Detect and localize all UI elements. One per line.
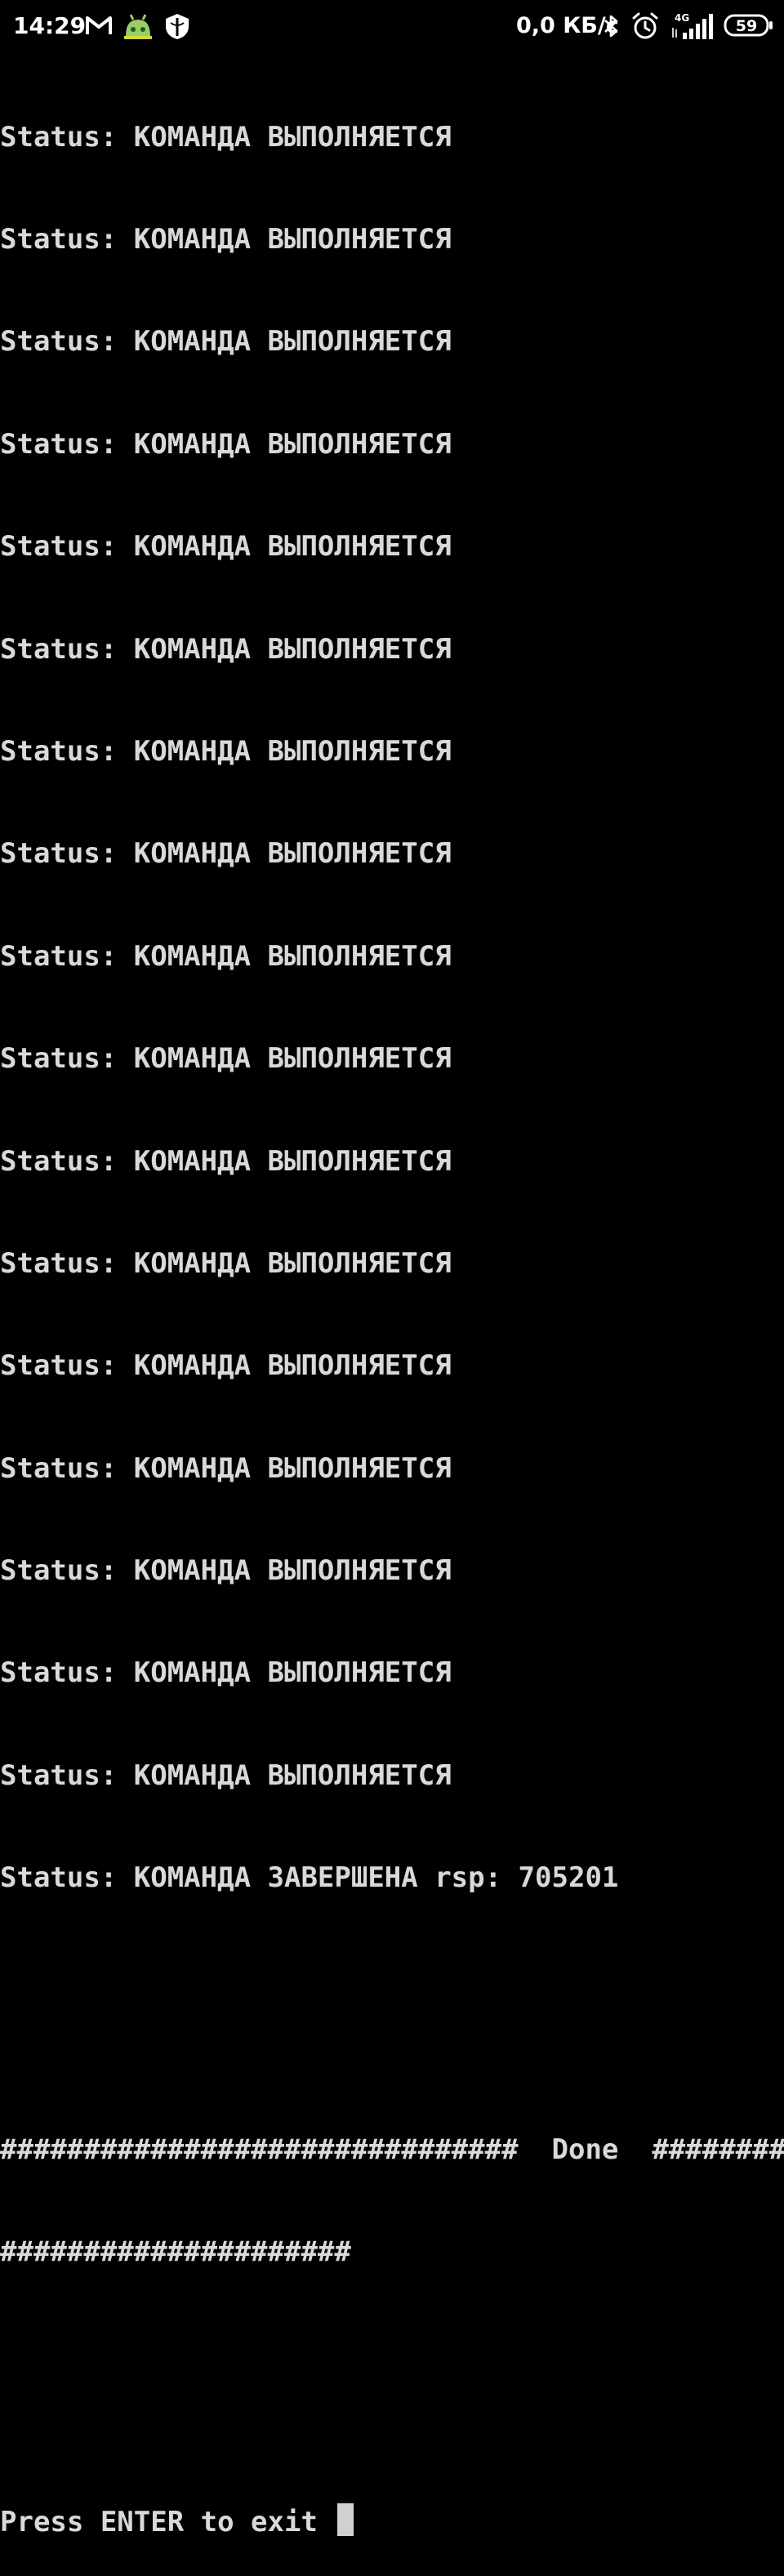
signal-icon: 4G [670, 11, 714, 44]
status-bar: 14:29 0,0 КБ/с 4G 59 [0, 0, 784, 52]
exit-prompt: Press ENTER to exit [0, 2506, 335, 2539]
status-line: Status: КОМАНДА ВЫПОЛНЯЕТСЯ [0, 222, 452, 256]
done-banner-line-1: ############################### Done ###… [0, 2133, 784, 2166]
exit-prompt-line: Press ENTER to exit [0, 2502, 784, 2542]
status-line: Status: КОМАНДА ВЫПОЛНЯЕТСЯ [0, 120, 452, 154]
status-line-complete: Status: КОМАНДА ЗАВЕРШЕНА rsp: 705201 [0, 1861, 619, 1895]
status-line: Status: КОМАНДА ВЫПОЛНЯЕТСЯ [0, 1554, 452, 1588]
status-line: Status: КОМАНДА ВЫПОЛНЯЕТСЯ [0, 1144, 452, 1178]
status-line: Status: КОМАНДА ВЫПОЛНЯЕТСЯ [0, 1349, 452, 1383]
shield-app-icon [163, 11, 191, 44]
status-line: Status: КОМАНДА ВЫПОЛНЯЕТСЯ [0, 1042, 452, 1076]
gmail-icon [85, 13, 113, 41]
status-line: Status: КОМАНДА ВЫПОЛНЯЕТСЯ [0, 1451, 452, 1485]
status-line: Status: КОМАНДА ВЫПОЛНЯЕТСЯ [0, 1656, 452, 1690]
status-line: Status: КОМАНДА ВЫПОЛНЯЕТСЯ [0, 427, 452, 461]
terminal-cursor[interactable] [337, 2503, 354, 2537]
status-line: Status: КОМАНДА ВЫПОЛНЯЕТСЯ [0, 530, 452, 564]
terminal-output[interactable]: Status: КОМАНДА ВЫПОЛНЯЕТСЯ Status: КОМА… [0, 52, 784, 2576]
status-line: Status: КОМАНДА ВЫПОЛНЯЕТСЯ [0, 734, 452, 768]
android-bot-icon [122, 11, 154, 44]
done-banner-line-2: ##################### [0, 2237, 351, 2269]
battery-level: 59 [736, 17, 757, 35]
bluetooth-icon [603, 13, 621, 42]
status-line: Status: КОМАНДА ВЫПОЛНЯЕТСЯ [0, 939, 452, 973]
status-line: Status: КОМАНДА ВЫПОЛНЯЕТСЯ [0, 632, 452, 666]
alarm-icon [630, 11, 660, 44]
battery-icon: 59 [724, 13, 774, 41]
status-line: Status: КОМАНДА ВЫПОЛНЯЕТСЯ [0, 837, 452, 871]
status-line: Status: КОМАНДА ВЫПОЛНЯЕТСЯ [0, 1758, 452, 1792]
clock: 14:29 [13, 12, 87, 39]
status-line: Status: КОМАНДА ВЫПОЛНЯЕТСЯ [0, 325, 452, 359]
status-line: Status: КОМАНДА ВЫПОЛНЯЕТСЯ [0, 1246, 452, 1280]
network-type-label: 4G [675, 12, 689, 24]
